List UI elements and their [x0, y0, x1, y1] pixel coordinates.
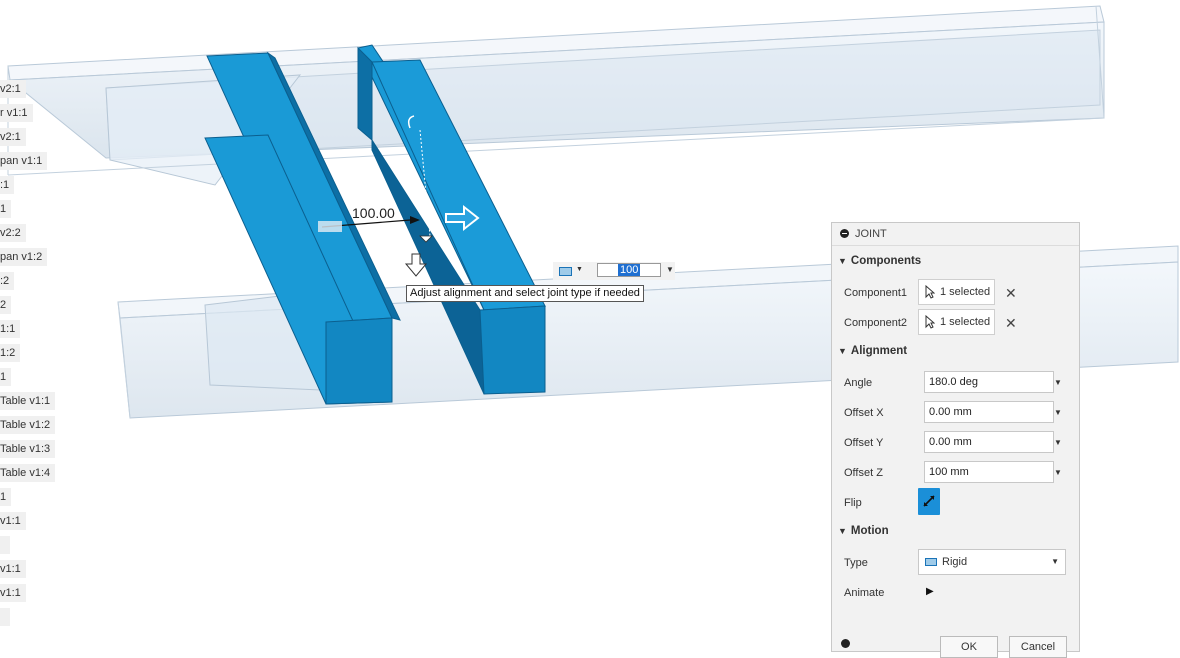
angle-label: Angle	[844, 377, 873, 389]
component1-selector[interactable]: 1 selected	[918, 279, 995, 305]
offset-x-input[interactable]: 0.00 mm	[924, 401, 1054, 423]
chevron-down-icon[interactable]: ▼	[1054, 438, 1062, 447]
chevron-down-icon: ▼	[1051, 557, 1059, 566]
select-cursor-icon	[925, 285, 935, 299]
offset-value-input[interactable]: 100	[597, 263, 661, 277]
browser-item[interactable]: v1:1	[0, 512, 26, 530]
component2-selector[interactable]: 1 selected	[918, 309, 995, 335]
offset-x-label: Offset X	[844, 407, 884, 419]
flip-button[interactable]	[918, 488, 940, 515]
browser-item[interactable]	[0, 608, 10, 626]
dialog-title: JOINT	[855, 228, 887, 240]
browser-item[interactable]: Table v1:3	[0, 440, 56, 458]
offset-y-input[interactable]: 0.00 mm	[924, 431, 1054, 453]
offset-value-text: 100	[618, 264, 641, 276]
angle-input[interactable]: 180.0 deg	[924, 371, 1054, 393]
browser-item[interactable]: v1:1	[0, 560, 26, 578]
browser-item[interactable]: pan v1:2	[0, 248, 48, 266]
help-icon[interactable]	[841, 639, 850, 648]
joint-mini-toolbar: ▼ 100 ▼	[553, 262, 675, 280]
rigid-joint-icon	[925, 558, 937, 566]
browser-item[interactable]: 1	[0, 488, 12, 506]
joint-type-select[interactable]: Rigid ▼	[918, 549, 1066, 575]
clear-selection-icon[interactable]: ✕	[1005, 316, 1017, 330]
browser-item[interactable]: 1	[0, 200, 12, 218]
animate-label: Animate	[844, 587, 885, 599]
dialog-header[interactable]: JOINT	[832, 223, 1079, 246]
ok-button[interactable]: OK	[940, 636, 998, 658]
top-beam[interactable]	[7, 5, 1105, 186]
caret-down-icon: ▼	[838, 526, 847, 536]
browser-item[interactable]: r v1:1	[0, 104, 33, 122]
browser-item[interactable]: 2	[0, 296, 12, 314]
browser-item[interactable]: v2:1	[0, 128, 26, 146]
browser-item[interactable]: Table v1:4	[0, 464, 56, 482]
offset-y-label: Offset Y	[844, 437, 884, 449]
chevron-down-icon[interactable]: ▼	[1054, 408, 1062, 417]
browser-item[interactable]: Table v1:1	[0, 392, 56, 410]
flip-icon	[923, 495, 935, 507]
component2-label: Component2	[844, 317, 907, 329]
caret-down-icon: ▼	[838, 256, 847, 266]
browser-item[interactable]: Table v1:2	[0, 416, 56, 434]
value-dropdown-icon[interactable]: ▼	[666, 265, 674, 274]
offset-z-label: Offset Z	[844, 467, 883, 479]
section-motion[interactable]: ▼ Motion	[838, 525, 889, 537]
section-alignment[interactable]: ▼ Alignment	[838, 345, 907, 357]
collapse-icon[interactable]	[840, 229, 849, 238]
browser-item[interactable]: 1:2	[0, 344, 21, 362]
browser-item[interactable]: 1	[0, 368, 12, 386]
joint-type-dropdown[interactable]: ▼	[557, 264, 583, 278]
chevron-down-icon: ▼	[576, 266, 583, 273]
section-components[interactable]: ▼ Components	[838, 255, 921, 267]
clear-selection-icon[interactable]: ✕	[1005, 286, 1017, 300]
rigid-joint-icon	[559, 267, 572, 276]
offset-z-input[interactable]: 100 mm	[924, 461, 1054, 483]
flip-label: Flip	[844, 497, 862, 509]
browser-item[interactable]: pan v1:1	[0, 152, 48, 170]
select-cursor-icon	[925, 315, 935, 329]
browser-item[interactable]: :2	[0, 272, 15, 290]
chevron-down-icon[interactable]: ▼	[1054, 378, 1062, 387]
type-label: Type	[844, 557, 868, 569]
browser-item[interactable]	[0, 536, 10, 554]
browser-item[interactable]: v1:1	[0, 584, 26, 602]
play-icon[interactable]: ▶	[926, 586, 934, 597]
hint-tooltip: Adjust alignment and select joint type i…	[406, 285, 644, 302]
browser-item[interactable]: :1	[0, 176, 15, 194]
browser-item[interactable]: v2:1	[0, 80, 26, 98]
joint-dialog: JOINT ▼ Components Component1 1 selected …	[831, 222, 1080, 658]
dimension-label[interactable]: 100.00	[352, 205, 395, 221]
caret-down-icon: ▼	[838, 346, 847, 356]
chevron-down-icon[interactable]: ▼	[1054, 468, 1062, 477]
cancel-button[interactable]: Cancel	[1009, 636, 1067, 658]
browser-item[interactable]: v2:2	[0, 224, 26, 242]
component1-label: Component1	[844, 287, 907, 299]
browser-item[interactable]: 1:1	[0, 320, 21, 338]
